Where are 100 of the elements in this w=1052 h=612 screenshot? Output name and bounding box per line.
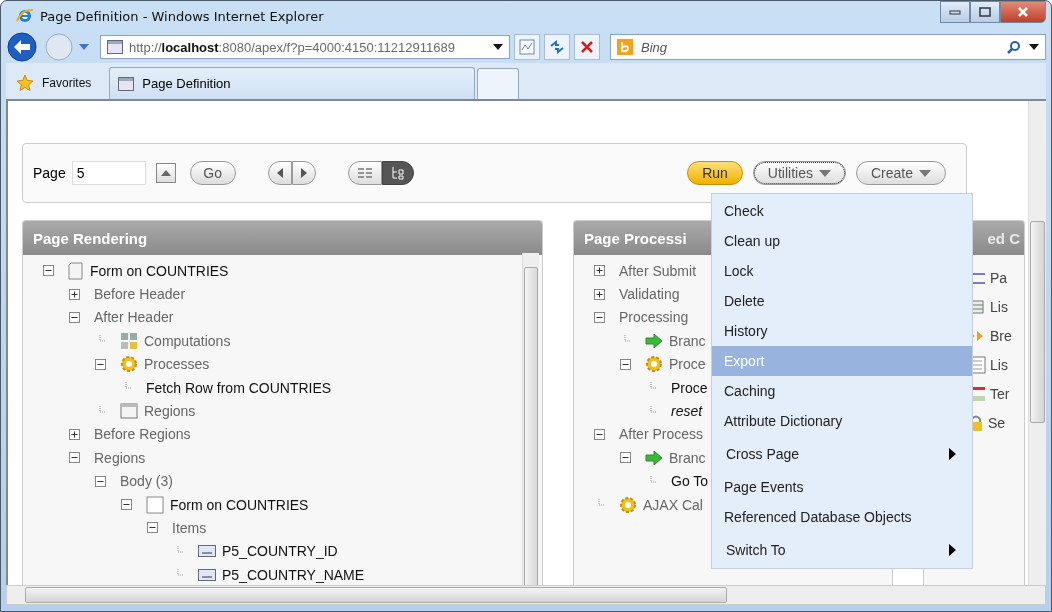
document-icon (68, 261, 84, 280)
tree-node[interactable]: P5_COUNTRY_ID (222, 543, 338, 560)
collapse-icon[interactable] (69, 311, 80, 323)
star-icon (16, 74, 34, 92)
favorites-button[interactable]: Favorites (6, 67, 108, 99)
tree-node[interactable]: AJAX Cal (643, 496, 703, 513)
tree-node[interactable]: Processing (619, 309, 689, 326)
close-button[interactable] (1000, 1, 1046, 23)
search-icon[interactable] (1007, 40, 1021, 54)
tree-toggle-drawing (594, 311, 605, 323)
collapse-icon[interactable] (43, 265, 54, 277)
shared-component-link[interactable]: Lis (990, 298, 1008, 315)
collapse-icon[interactable] (594, 311, 605, 323)
next-button[interactable] (291, 161, 316, 185)
horizontal-scrollbar[interactable] (6, 585, 1046, 605)
shared-component-link[interactable]: Bre (990, 327, 1012, 344)
tree-node[interactable]: Before Regions (94, 426, 191, 443)
tree-node[interactable]: After Process (619, 426, 704, 443)
tree-node[interactable]: Form on COUNTRIES (170, 496, 309, 513)
shared-component-link[interactable]: Lis (990, 356, 1008, 373)
go-button[interactable]: Go (189, 161, 236, 185)
page-number-field[interactable]: 5 (71, 161, 146, 185)
close-icon (1017, 7, 1029, 17)
tree-toggle-drawing (95, 475, 106, 487)
tree-toggle-drawing (43, 265, 54, 277)
tree-node[interactable]: After Submit (619, 262, 697, 279)
menu-item[interactable]: Switch To (712, 532, 972, 568)
utilities-button[interactable]: Utilities (752, 161, 846, 185)
tree-node[interactable]: Fetch Row from COUNTRIES (146, 379, 332, 396)
menu-item[interactable]: History (712, 316, 972, 346)
expand-icon[interactable] (594, 265, 605, 277)
search-field[interactable]: Bing (610, 34, 1046, 60)
menu-item[interactable]: Delete (712, 286, 972, 316)
tree-node[interactable]: Regions (144, 403, 196, 420)
tree-node[interactable]: Go To (671, 473, 709, 490)
shared-component-link[interactable]: Pa (990, 269, 1008, 286)
menu-item[interactable]: Caching (712, 376, 972, 406)
collapse-icon[interactable] (95, 475, 106, 487)
submenu-arrow-icon (949, 544, 956, 556)
tree-icon (390, 166, 405, 180)
tree-node[interactable]: Computations (144, 332, 231, 349)
panel-title: Page Rendering (23, 221, 542, 255)
tree-node[interactable]: P5_COUNTRY_NAME (222, 566, 365, 583)
tree-node[interactable]: Branc (669, 332, 706, 349)
expand-icon[interactable] (69, 288, 80, 300)
dropdown-caret-icon[interactable] (1029, 44, 1039, 50)
menu-item[interactable]: Cross Page (712, 436, 972, 472)
collapse-icon[interactable] (594, 428, 605, 440)
tree-node[interactable]: Body (3) (120, 473, 173, 490)
menu-item[interactable]: Referenced Database Objects (712, 502, 972, 532)
run-button[interactable]: Run (687, 161, 743, 185)
tree-toggle-drawing (95, 358, 106, 370)
tree-node[interactable]: Form on COUNTRIES (90, 262, 229, 279)
panel-scrollbar[interactable] (522, 253, 539, 585)
collapse-icon[interactable] (620, 358, 631, 370)
tree-node[interactable]: reset (671, 403, 703, 420)
tree-node[interactable]: Validating (619, 286, 680, 303)
arrow-icon (645, 333, 663, 348)
tree-node[interactable]: Branc (669, 449, 706, 466)
collapse-icon[interactable] (121, 499, 132, 511)
vertical-scrollbar[interactable] (1028, 101, 1046, 585)
tree-node[interactable]: Processes (144, 356, 210, 373)
expand-icon[interactable] (594, 288, 605, 300)
expand-icon[interactable] (69, 428, 80, 440)
arrow-icon (645, 450, 663, 465)
left-triangle-icon (276, 168, 283, 178)
menu-item[interactable]: Lock (712, 256, 972, 286)
tree-view-button[interactable] (381, 161, 414, 185)
shared-component-link[interactable]: Ter (990, 385, 1010, 402)
tree-node[interactable]: Items (172, 520, 207, 536)
page-picker-button[interactable] (155, 163, 176, 183)
minimize-button[interactable] (940, 1, 970, 23)
up-triangle-icon (160, 170, 171, 176)
collapse-icon[interactable] (620, 452, 631, 464)
create-button[interactable]: Create (855, 161, 946, 185)
menu-item[interactable]: Attribute Dictionary (712, 406, 972, 436)
stop-button[interactable] (574, 34, 600, 60)
tree-toggle-drawing (69, 452, 80, 464)
tree-node[interactable]: Before Header (94, 286, 186, 303)
tree-node[interactable]: After Header (94, 309, 174, 326)
tree-node[interactable]: Proce (669, 356, 706, 373)
close-icon (580, 40, 594, 54)
previous-button[interactable] (267, 161, 292, 185)
back-button[interactable] (6, 32, 40, 62)
window-title: Page Definition - Windows Internet Explorer (40, 8, 324, 24)
collapse-icon[interactable] (147, 522, 158, 534)
address-field[interactable]: http://localhost:8080/apex/f?p=4000:4150:11212911689 (100, 35, 510, 59)
refresh-button[interactable] (544, 34, 570, 60)
window-icon (120, 403, 138, 420)
browser-tab[interactable]: Page Definition (109, 67, 476, 99)
search-provider-icon (617, 39, 633, 55)
tree-node[interactable]: Regions (94, 449, 146, 466)
collapse-icon[interactable] (69, 452, 80, 464)
list-icon (356, 167, 373, 179)
menu-item[interactable]: Page Events (712, 472, 972, 502)
collapse-icon[interactable] (95, 358, 106, 370)
maximize-button[interactable] (970, 1, 1000, 23)
tree-node[interactable]: Proce (671, 379, 708, 396)
dropdown-caret-icon[interactable] (493, 44, 503, 50)
shared-component-link[interactable]: Se (988, 414, 1006, 431)
